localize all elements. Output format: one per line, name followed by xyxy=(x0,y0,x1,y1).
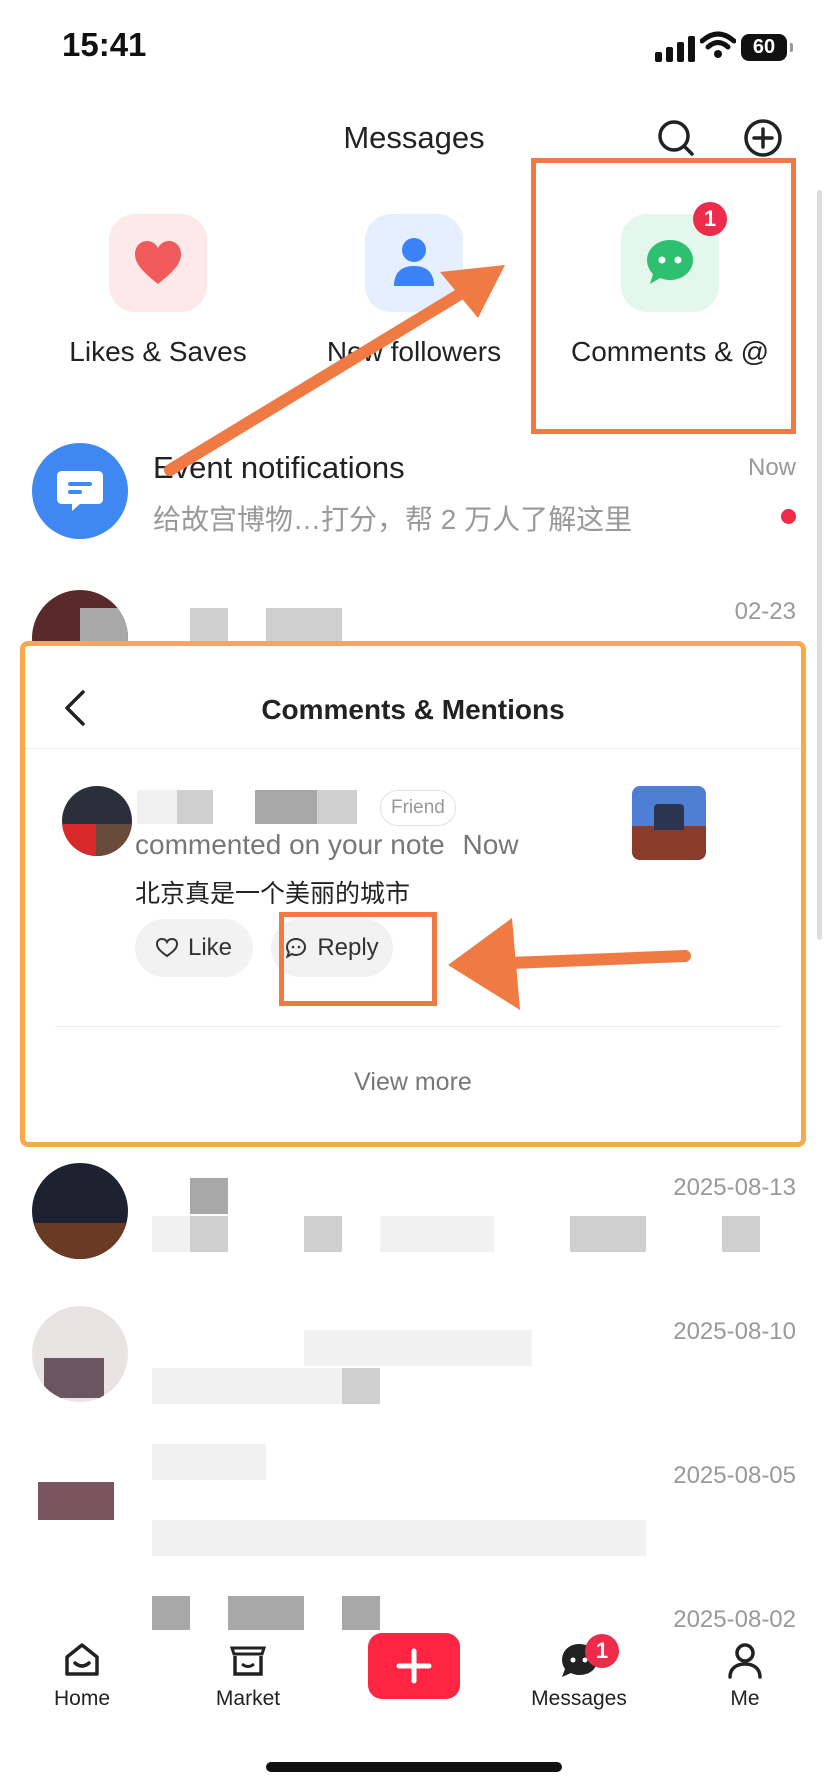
blurred-preview xyxy=(722,1216,760,1252)
friend-tag: Friend xyxy=(380,790,456,826)
highlight-box-comments xyxy=(531,158,796,434)
action-text: commented on your note xyxy=(135,829,445,860)
tab-messages[interactable]: 1 Messages xyxy=(519,1634,639,1711)
like-button[interactable]: Like xyxy=(135,919,253,977)
scrollbar[interactable] xyxy=(817,190,822,940)
tab-me-label: Me xyxy=(730,1687,760,1710)
tab-home-label: Home xyxy=(53,1687,111,1710)
tab-market[interactable]: Market xyxy=(188,1640,308,1711)
conversation-time: 2025-08-10 xyxy=(673,1318,796,1345)
highlight-box-reply xyxy=(279,912,437,1006)
annotation-arrow-left xyxy=(448,918,691,1010)
status-time: 15:41 xyxy=(62,26,147,63)
blurred-name xyxy=(152,1596,190,1632)
tab-home[interactable]: Home xyxy=(22,1640,142,1711)
cellular-signal-icon xyxy=(655,36,697,62)
blurred-preview xyxy=(152,1520,646,1556)
shop-icon xyxy=(229,1646,267,1676)
blurred-preview xyxy=(570,1216,646,1252)
unread-dot xyxy=(781,509,796,524)
plus-circle-icon[interactable] xyxy=(743,118,783,158)
event-notification-avatar[interactable] xyxy=(32,443,128,539)
blurred-name xyxy=(342,1596,380,1632)
conversation-time: 2025-08-13 xyxy=(673,1174,796,1201)
messages-badge: 1 xyxy=(585,1634,619,1668)
home-icon xyxy=(65,1643,99,1676)
blurred-name xyxy=(266,608,342,642)
blurred-name xyxy=(190,608,228,642)
blurred-name xyxy=(137,790,177,824)
battery-indicator: 60 xyxy=(741,34,793,61)
divider xyxy=(55,1026,781,1027)
page-title: Messages xyxy=(343,120,485,155)
blurred-name xyxy=(304,1330,532,1366)
blurred-preview xyxy=(152,1368,342,1404)
blurred-preview xyxy=(342,1368,380,1404)
commenter-avatar[interactable] xyxy=(62,786,132,856)
comments-mentions-popup: Comments & Mentions Friend commented on … xyxy=(20,641,806,1147)
blurred-preview xyxy=(152,1216,190,1252)
wifi-icon xyxy=(700,31,736,58)
search-icon[interactable] xyxy=(656,118,696,158)
annotation-arrow-up xyxy=(164,265,505,476)
note-thumbnail[interactable] xyxy=(632,786,706,860)
blurred-name xyxy=(177,790,213,824)
conversation-time: 2025-08-05 xyxy=(673,1462,796,1489)
blurred-preview xyxy=(190,1216,228,1252)
conversation-time: 02-23 xyxy=(734,598,796,625)
popup-title: Comments & Mentions xyxy=(261,694,565,725)
tab-market-label: Market xyxy=(215,1687,281,1710)
comment-action-text: commented on your note Now xyxy=(135,829,519,861)
home-indicator xyxy=(266,1762,562,1772)
view-more-button[interactable]: View more xyxy=(25,1068,801,1097)
event-notification-time: Now xyxy=(747,454,796,481)
conversation-avatar[interactable] xyxy=(38,1482,114,1520)
blurred-name xyxy=(152,1444,266,1480)
action-time: Now xyxy=(462,829,519,860)
blurred-name xyxy=(190,1178,228,1214)
event-notification-preview: 给故宫博物…打分，帮 2 万人了解这里 xyxy=(153,504,633,535)
like-label: Like xyxy=(187,934,233,961)
heart-outline-icon xyxy=(155,938,178,958)
blurred-preview xyxy=(304,1216,342,1252)
tab-me[interactable]: Me xyxy=(685,1640,805,1711)
conversation-avatar[interactable] xyxy=(32,1306,128,1402)
profile-icon xyxy=(728,1643,762,1679)
blurred-name xyxy=(255,790,317,824)
divider xyxy=(25,748,801,749)
blurred-name xyxy=(228,1596,304,1632)
publish-button[interactable] xyxy=(368,1633,460,1699)
blurred-name xyxy=(317,790,357,824)
comment-text: 北京真是一个美丽的城市 xyxy=(135,880,411,908)
tab-messages-label: Messages xyxy=(531,1687,627,1710)
blurred-preview xyxy=(380,1216,494,1252)
conversation-avatar[interactable] xyxy=(32,1163,128,1259)
plus-icon xyxy=(396,1648,432,1684)
message-box-icon xyxy=(57,471,103,511)
